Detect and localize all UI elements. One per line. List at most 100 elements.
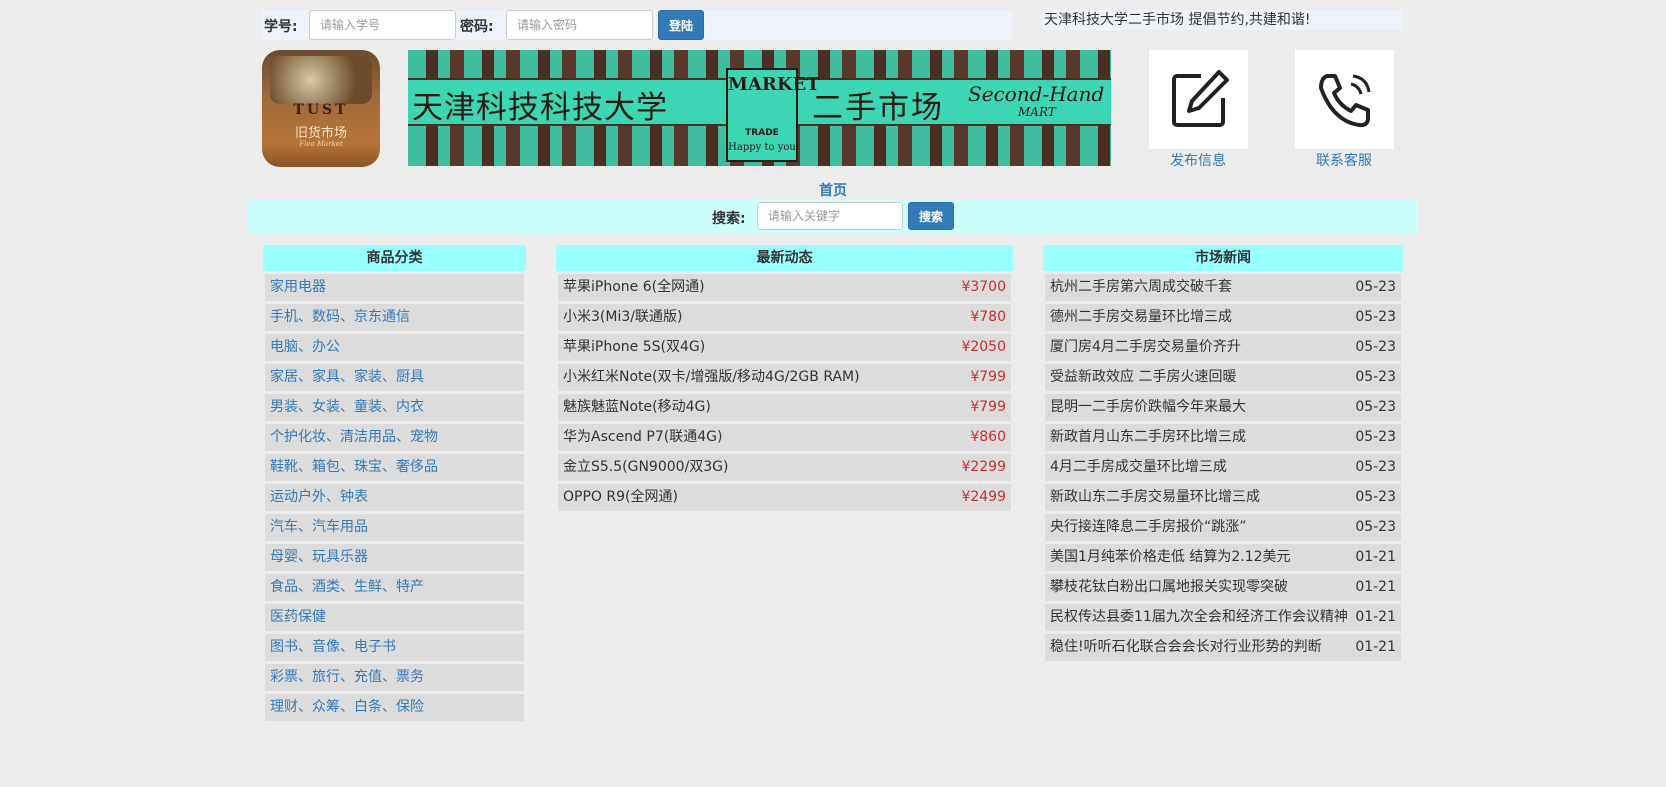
news-headline: 昆明一二手房价跌幅今年来最大 xyxy=(1050,399,1246,415)
category-item: 理财、众筹、白条、保险 xyxy=(265,694,524,721)
category-link[interactable]: 鞋靴、箱包、珠宝、奢侈品 xyxy=(270,454,438,481)
news-item[interactable]: 攀枝花钛白粉出口属地报关实现零突破 01-21 xyxy=(1045,574,1401,601)
latest-item[interactable]: 苹果iPhone 5S(双4G) ¥2050 xyxy=(558,334,1011,361)
phone-icon xyxy=(1318,73,1370,127)
categories-title: 商品分类 xyxy=(263,245,526,271)
product-name: 金立S5.5(GN9000/双3G) xyxy=(563,459,729,475)
product-price: ¥799 xyxy=(970,399,1006,415)
category-link[interactable]: 图书、音像、电子书 xyxy=(270,634,396,661)
category-item: 电脑、办公 xyxy=(265,334,524,361)
password-input[interactable] xyxy=(506,10,653,40)
contact-icon-box[interactable] xyxy=(1295,50,1394,149)
category-link[interactable]: 汽车、汽车用品 xyxy=(270,514,368,541)
product-name: OPPO R9(全网通) xyxy=(563,489,678,505)
slogan: 天津科技大学二手市场 提倡节约,共建和谐! xyxy=(1042,10,1402,30)
latest-item[interactable]: 华为Ascend P7(联通4G) ¥860 xyxy=(558,424,1011,451)
password-label: 密码: xyxy=(460,19,494,35)
news-item[interactable]: 稳住!听听石化联合会会长对行业形势的判断 01-21 xyxy=(1045,634,1401,661)
latest-title: 最新动态 xyxy=(556,245,1013,271)
news-date: 01-21 xyxy=(1355,609,1396,625)
category-item: 运动户外、钟表 xyxy=(265,484,524,511)
product-name: 小米3(Mi3/联通版) xyxy=(563,309,683,325)
news-item[interactable]: 民权传达县委11届九次全会和经济工作会议精神 01-21 xyxy=(1045,604,1401,631)
news-item[interactable]: 4月二手房成交量环比增三成 05-23 xyxy=(1045,454,1401,481)
category-link[interactable]: 家用电器 xyxy=(270,274,326,301)
category-item: 个护化妆、清洁用品、宠物 xyxy=(265,424,524,451)
news-headline: 4月二手房成交量环比增三成 xyxy=(1050,459,1227,475)
news-date: 05-23 xyxy=(1355,339,1396,355)
category-link[interactable]: 运动户外、钟表 xyxy=(270,484,368,511)
login-button[interactable]: 登陆 xyxy=(658,10,704,40)
news-headline: 美国1月纯苯价格走低 结算为2.12美元 xyxy=(1050,549,1291,565)
news-item[interactable]: 昆明一二手房价跌幅今年来最大 05-23 xyxy=(1045,394,1401,421)
categories-panel: 商品分类 家用电器手机、数码、京东通信 电脑、办公家居、家具、家装、厨具 男装、女装… xyxy=(263,245,526,721)
site-logo[interactable]: TUST 旧货市场 Flea Market xyxy=(262,50,380,167)
banner-market-emblem: MARKET TRADE Happy to you xyxy=(726,68,820,162)
news-list: 杭州二手房第六周成交破千套 05-23 德州二手房交易量环比增三成 05-23 厦门房4… xyxy=(1043,274,1403,661)
contact-link[interactable]: 联系客服 xyxy=(1284,150,1404,170)
edit-icon xyxy=(1171,69,1229,127)
latest-panel: 最新动态 苹果iPhone 6(全网通) ¥3700 小米3(Mi3/联通版) ¥78… xyxy=(556,245,1013,511)
login-bar: 学号: 密码: 登陆 xyxy=(262,10,1012,40)
product-price: ¥2050 xyxy=(961,339,1006,355)
banner-trade-word: TRADE xyxy=(745,128,779,138)
news-item[interactable]: 新政首月山东二手房环比增三成 05-23 xyxy=(1045,424,1401,451)
search-label: 搜索: xyxy=(712,211,746,227)
category-link[interactable]: 食品、酒类、生鲜、特产 xyxy=(270,574,424,601)
news-item[interactable]: 美国1月纯苯价格走低 结算为2.12美元 01-21 xyxy=(1045,544,1401,571)
news-date: 05-23 xyxy=(1355,489,1396,505)
news-headline: 民权传达县委11届九次全会和经济工作会议精神 xyxy=(1050,609,1348,625)
news-item[interactable]: 央行接连降息二手房报价“跳涨” 05-23 xyxy=(1045,514,1401,541)
category-item: 母婴、玩具乐器 xyxy=(265,544,524,571)
category-link[interactable]: 个护化妆、清洁用品、宠物 xyxy=(270,424,438,451)
publish-link[interactable]: 发布信息 xyxy=(1138,150,1258,170)
category-item: 鞋靴、箱包、珠宝、奢侈品 xyxy=(265,454,524,481)
product-name: 华为Ascend P7(联通4G) xyxy=(563,429,723,445)
category-link[interactable]: 理财、众筹、白条、保险 xyxy=(270,694,424,721)
category-item: 家用电器 xyxy=(265,274,524,301)
news-date: 05-23 xyxy=(1355,309,1396,325)
category-item: 彩票、旅行、充值、票务 xyxy=(265,664,524,691)
news-headline: 攀枝花钛白粉出口属地报关实现零突破 xyxy=(1050,579,1288,595)
category-link[interactable]: 家居、家具、家装、厨具 xyxy=(270,364,424,391)
search-button[interactable]: 搜索 xyxy=(908,202,954,230)
latest-item[interactable]: OPPO R9(全网通) ¥2499 xyxy=(558,484,1011,511)
news-item[interactable]: 德州二手房交易量环比增三成 05-23 xyxy=(1045,304,1401,331)
nav-home-link[interactable]: 首页 xyxy=(0,180,1666,200)
banner-market-word: MARKET xyxy=(728,74,820,95)
product-price: ¥860 xyxy=(970,429,1006,445)
latest-list: 苹果iPhone 6(全网通) ¥3700 小米3(Mi3/联通版) ¥780 苹果iP… xyxy=(556,274,1013,511)
latest-item[interactable]: 魅族魅蓝Note(移动4G) ¥799 xyxy=(558,394,1011,421)
category-link[interactable]: 男装、女装、童装、内衣 xyxy=(270,394,424,421)
news-item[interactable]: 受益新政效应 二手房火速回暖 05-23 xyxy=(1045,364,1401,391)
news-item[interactable]: 新政山东二手房交易量环比增三成 05-23 xyxy=(1045,484,1401,511)
category-link[interactable]: 医药保健 xyxy=(270,604,326,631)
news-headline: 稳住!听听石化联合会会长对行业形势的判断 xyxy=(1050,639,1322,655)
news-item[interactable]: 杭州二手房第六周成交破千套 05-23 xyxy=(1045,274,1401,301)
latest-item[interactable]: 苹果iPhone 6(全网通) ¥3700 xyxy=(558,274,1011,301)
category-link[interactable]: 母婴、玩具乐器 xyxy=(270,544,368,571)
logo-subtitle-en: Flea Market xyxy=(299,140,343,148)
category-link[interactable]: 彩票、旅行、充值、票务 xyxy=(270,664,424,691)
logo-text: TUST xyxy=(293,102,349,118)
student-id-input[interactable] xyxy=(309,10,456,40)
banner-english: Second-Hand xyxy=(968,82,1105,106)
student-id-label: 学号: xyxy=(264,19,298,35)
category-link[interactable]: 手机、数码、京东通信 xyxy=(270,304,410,331)
news-item[interactable]: 厦门房4月二手房交易量价齐升 05-23 xyxy=(1045,334,1401,361)
category-item: 医药保健 xyxy=(265,604,524,631)
logo-subtitle: 旧货市场 xyxy=(294,126,347,141)
category-link[interactable]: 电脑、办公 xyxy=(270,334,340,361)
product-price: ¥2299 xyxy=(961,459,1006,475)
banner-title-left: 天津科技科技大学 xyxy=(412,90,668,126)
latest-item[interactable]: 小米红米Note(双卡/增强版/移动4G/2GB RAM) ¥799 xyxy=(558,364,1011,391)
product-price: ¥799 xyxy=(970,369,1006,385)
search-input[interactable] xyxy=(757,202,903,230)
publish-icon-box[interactable] xyxy=(1149,50,1248,149)
banner-title-right: 二手市场 xyxy=(812,90,944,126)
product-price: ¥2499 xyxy=(961,489,1006,505)
latest-item[interactable]: 小米3(Mi3/联通版) ¥780 xyxy=(558,304,1011,331)
news-date: 05-23 xyxy=(1355,429,1396,445)
category-item: 手机、数码、京东通信 xyxy=(265,304,524,331)
latest-item[interactable]: 金立S5.5(GN9000/双3G) ¥2299 xyxy=(558,454,1011,481)
